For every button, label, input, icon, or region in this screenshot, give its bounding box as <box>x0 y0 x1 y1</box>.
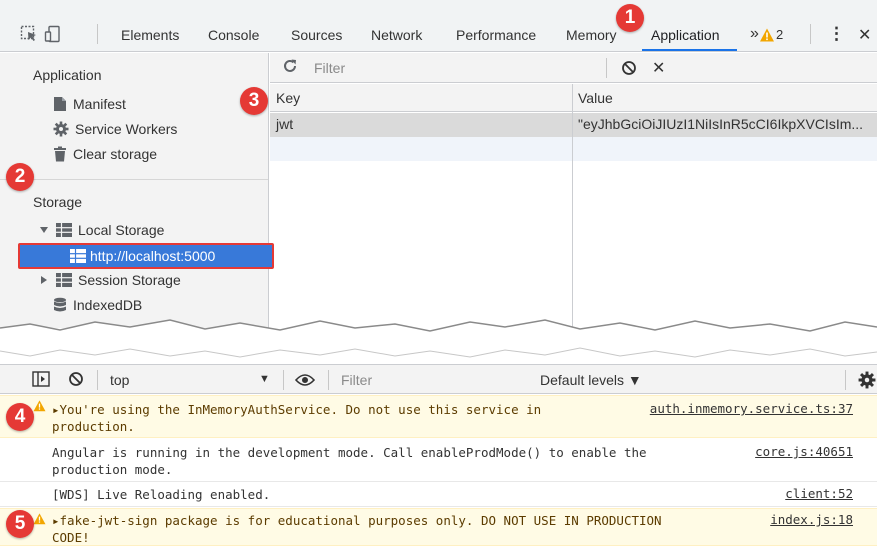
warning-count[interactable]: 2 <box>776 27 783 42</box>
tab-sources[interactable]: Sources <box>291 27 342 43</box>
tab-elements[interactable]: Elements <box>121 27 179 43</box>
storage-filter-input[interactable]: Filter <box>314 60 345 76</box>
application-sidebar: Application Manifest Service Workers Cle… <box>0 53 269 328</box>
close-devtools-button[interactable]: ✕ <box>858 25 871 45</box>
console-message-warning[interactable]: ▸fake-jwt-sign package is for educationa… <box>0 508 877 546</box>
warning-icon <box>33 513 46 528</box>
message-text-cont: CODE! <box>52 530 90 545</box>
message-text-cont: production mode. <box>52 462 173 477</box>
inspect-element-icon[interactable] <box>20 25 38 43</box>
origin-label: http://localhost:5000 <box>90 248 216 264</box>
triangle-expanded-icon <box>40 227 48 233</box>
tab-network[interactable]: Network <box>371 27 422 43</box>
gear-icon <box>53 121 69 137</box>
active-tab-indicator <box>642 49 737 51</box>
chevron-down-icon[interactable]: ▼ <box>259 373 270 385</box>
console-message-warning[interactable]: ▸You're using the InMemoryAuthService. D… <box>0 395 877 438</box>
console-message[interactable]: Angular is running in the development mo… <box>0 439 877 482</box>
trash-icon <box>54 146 66 162</box>
column-header-value[interactable]: Value <box>578 90 613 106</box>
callout-badge: 3 <box>240 87 268 115</box>
table-row-empty <box>270 137 877 161</box>
sidebar-item-label: Manifest <box>73 96 126 112</box>
tab-performance[interactable]: Performance <box>456 27 536 43</box>
message-text: Angular is running in the development mo… <box>52 445 647 460</box>
device-toolbar-icon[interactable] <box>44 25 62 43</box>
storage-filter-bar: Filter ✕ <box>270 53 877 83</box>
message-text: ▸fake-jwt-sign package is for educationa… <box>52 513 662 528</box>
console-toolbar: top ▼ Filter Default levels ▼ <box>0 364 877 394</box>
warning-icon <box>33 400 46 415</box>
sidebar-item-localhost-origin[interactable]: http://localhost:5000 <box>18 243 274 269</box>
document-icon <box>54 97 66 111</box>
sidebar-item-manifest[interactable]: Manifest <box>53 96 126 112</box>
context-selector[interactable]: top <box>110 372 129 388</box>
sidebar-item-label: Service Workers <box>75 121 178 137</box>
sidebar-item-service-workers[interactable]: Service Workers <box>53 121 177 137</box>
toolbar-separator <box>97 370 98 390</box>
table-icon <box>56 273 72 287</box>
warning-icon[interactable] <box>759 27 775 43</box>
callout-badge: 5 <box>6 510 34 538</box>
message-source-link[interactable]: index.js:18 <box>770 512 853 527</box>
sidebar-item-label: Session Storage <box>78 272 181 288</box>
console-filter-input[interactable]: Filter <box>341 372 372 388</box>
tab-memory[interactable]: Memory <box>566 27 617 43</box>
eye-icon[interactable] <box>294 373 316 390</box>
tab-console[interactable]: Console <box>208 27 259 43</box>
message-text: ▸You're using the InMemoryAuthService. D… <box>52 402 542 417</box>
sidebar-item-clear-storage[interactable]: Clear storage <box>53 146 157 162</box>
tab-application[interactable]: Application <box>651 27 720 43</box>
cell-value: "eyJhbGciOiJIUzI1NiIsInR5cCI6IkpXVCIsIm.… <box>578 116 864 132</box>
message-source-link[interactable]: auth.inmemory.service.ts:37 <box>650 401 853 416</box>
customize-menu-button[interactable]: ⋮ <box>828 24 845 44</box>
torn-edge-divider <box>0 319 877 358</box>
table-icon <box>56 223 72 237</box>
cell-key: jwt <box>276 116 294 132</box>
callout-badge: 4 <box>6 403 34 431</box>
toolbar-separator <box>97 24 98 44</box>
toolbar-separator <box>328 370 329 390</box>
log-levels-dropdown[interactable]: Default levels ▼ <box>540 372 642 388</box>
toolbar-separator <box>845 370 846 390</box>
sidebar-item-label: Local Storage <box>78 222 165 238</box>
sidebar-item-local-storage[interactable]: Local Storage <box>40 222 164 238</box>
table-row[interactable]: jwt "eyJhbGciOiJIUzI1NiIsInR5cCI6IkpXVCI… <box>270 113 877 137</box>
column-divider <box>572 84 573 328</box>
triangle-collapsed-icon <box>41 276 47 284</box>
toolbar-separator <box>810 24 811 44</box>
devtools-toolbar: Elements Console Sources Network Perform… <box>0 0 877 52</box>
show-sidebar-icon[interactable] <box>32 371 50 390</box>
sidebar-divider <box>0 179 268 180</box>
sidebar-item-session-storage[interactable]: Session Storage <box>40 272 181 288</box>
message-source-link[interactable]: client:52 <box>785 486 853 501</box>
clear-all-icon[interactable] <box>621 60 637 79</box>
application-section-header: Application <box>33 67 102 83</box>
delete-selected-icon[interactable]: ✕ <box>652 58 665 78</box>
clear-console-icon[interactable] <box>68 371 84 390</box>
message-text: [WDS] Live Reloading enabled. <box>52 487 271 502</box>
column-header-key[interactable]: Key <box>276 90 300 106</box>
more-tabs-button[interactable]: » <box>750 25 759 43</box>
table-icon <box>70 249 86 263</box>
callout-badge: 1 <box>616 4 644 32</box>
callout-badge: 2 <box>6 163 34 191</box>
console-message[interactable]: [WDS] Live Reloading enabled. client:52 <box>0 483 877 507</box>
toolbar-separator <box>606 58 607 78</box>
refresh-icon[interactable] <box>282 58 298 77</box>
message-text-cont: production. <box>52 419 135 434</box>
toolbar-separator <box>283 370 284 390</box>
storage-table-header: Key Value <box>270 84 877 112</box>
gear-icon[interactable] <box>858 371 876 392</box>
storage-section-header: Storage <box>33 194 83 210</box>
sidebar-item-label: Clear storage <box>73 146 158 162</box>
message-source-link[interactable]: core.js:40651 <box>755 444 853 459</box>
